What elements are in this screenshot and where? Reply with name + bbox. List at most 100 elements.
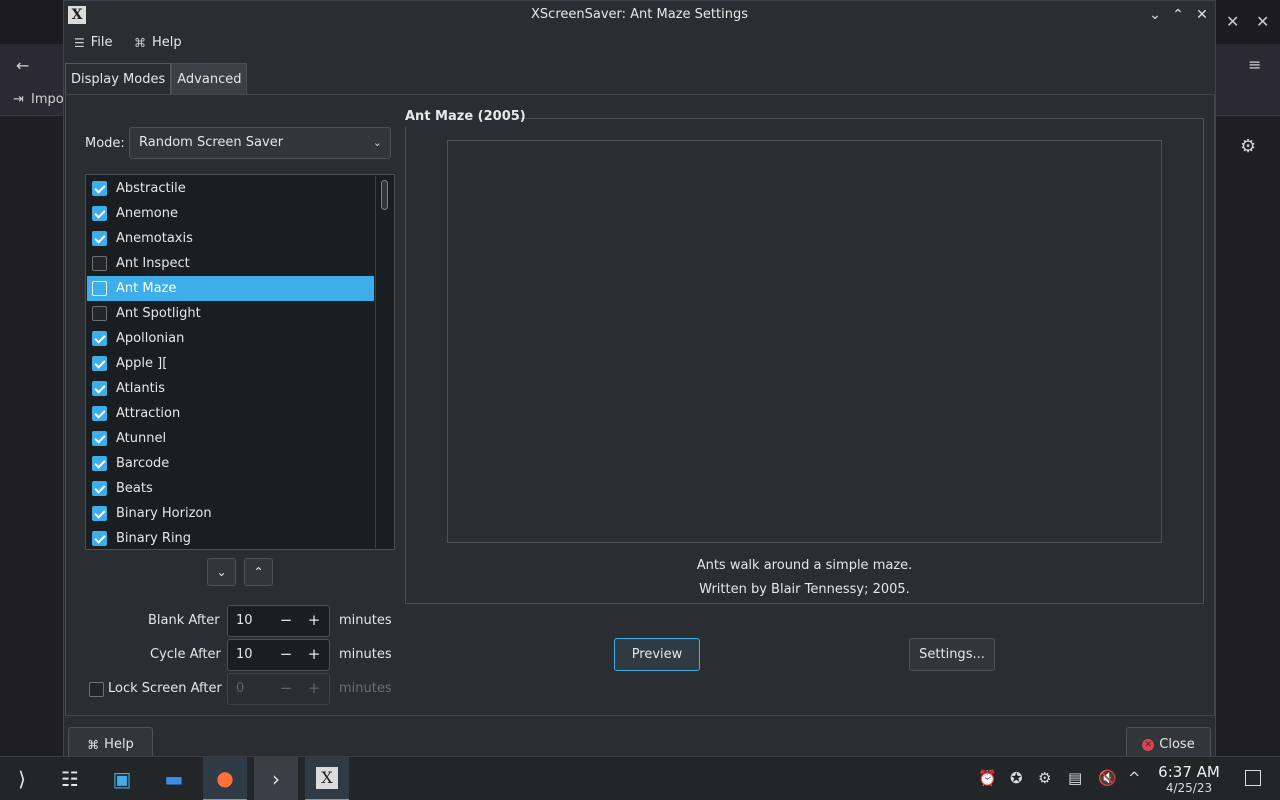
list-item-label: Attraction	[116, 406, 181, 421]
list-item-label: Atlantis	[116, 381, 166, 396]
volume-muted-icon[interactable]: 🔇	[1098, 769, 1117, 787]
network-icon[interactable]: ⚙	[1038, 769, 1051, 787]
enable-checkbox[interactable]	[92, 506, 107, 521]
clock[interactable]: 6:37 AM 4/25/23	[1150, 763, 1228, 795]
updater-icon[interactable]: ✪	[1010, 769, 1023, 787]
window-close-icon[interactable]: ✕	[1256, 12, 1269, 31]
screensaver-credit: Written by Blair Tennessy; 2005.	[699, 582, 910, 597]
minus-icon[interactable]: −	[276, 611, 296, 629]
blank-after-value[interactable]: 10	[236, 613, 253, 628]
list-item[interactable]: Anemone	[87, 201, 374, 226]
list-item[interactable]: Binary Horizon	[87, 501, 374, 526]
move-down-button[interactable]: ⌄	[207, 558, 236, 586]
show-desktop-icon[interactable]	[1245, 770, 1261, 786]
taskbar-terminal[interactable]: ›	[254, 757, 298, 800]
list-item[interactable]: Attraction	[87, 401, 374, 426]
maximize-button[interactable]: ⌃	[1169, 6, 1187, 24]
minimize-button[interactable]: ⌄	[1146, 6, 1164, 24]
back-icon[interactable]: ←	[16, 56, 29, 75]
blank-after-stepper[interactable]: 10 − +	[227, 605, 330, 637]
application-launcher[interactable]: ⟩	[0, 757, 44, 800]
list-item[interactable]: Anemotaxis	[87, 226, 374, 251]
chevron-up-icon: ⌃	[253, 565, 264, 579]
list-item-label: Ant Inspect	[116, 256, 190, 271]
firefox-icon: ●	[216, 766, 234, 790]
tray-expand-icon[interactable]: ^	[1128, 769, 1141, 787]
clock-time: 6:37 AM	[1158, 763, 1220, 781]
enable-checkbox[interactable]	[92, 256, 107, 271]
list-item[interactable]: Apple ][	[87, 351, 374, 376]
list-item[interactable]: Atlantis	[87, 376, 374, 401]
list-item[interactable]: Binary Ring	[87, 526, 374, 549]
settings-gear-icon[interactable]: ⚙	[1240, 136, 1256, 157]
clipboard-icon[interactable]: ▤	[1068, 769, 1082, 787]
file-menu-icon: ☰	[74, 35, 85, 50]
xscreensaver-icon: X	[316, 767, 338, 789]
cycle-after-value[interactable]: 10	[236, 647, 253, 662]
enable-checkbox[interactable]	[92, 281, 107, 296]
move-up-button[interactable]: ⌃	[244, 558, 273, 586]
tab-close-icon[interactable]: ✕	[1226, 12, 1239, 31]
list-item-label: Anemotaxis	[116, 231, 193, 246]
taskbar-store[interactable]: ▣	[100, 757, 144, 800]
tab-advanced[interactable]: Advanced	[171, 63, 248, 94]
clock-date: 4/25/23	[1165, 781, 1213, 795]
taskbar-settings[interactable]: ☷	[48, 757, 92, 800]
screensaver-description: Ants walk around a simple maze.	[696, 558, 913, 573]
store-icon: ▣	[112, 767, 132, 791]
taskbar-xscreensaver[interactable]: X	[305, 757, 349, 800]
menu-help[interactable]: ⌘ Help	[134, 35, 182, 50]
window-title: XScreenSaver: Ant Maze Settings	[531, 7, 748, 22]
taskbar-firefox[interactable]: ●	[203, 757, 247, 800]
menu-icon[interactable]: ≡	[1248, 55, 1261, 74]
menu-file[interactable]: ☰ File	[74, 35, 113, 50]
cycle-after-stepper[interactable]: 10 − +	[227, 639, 330, 671]
list-item-selected[interactable]: Ant Maze	[87, 276, 374, 301]
menubar: ☰ File ⌘ Help	[64, 30, 1215, 58]
list-item[interactable]: Apollonian	[87, 326, 374, 351]
list-item[interactable]: Atunnel	[87, 426, 374, 451]
close-window-button[interactable]: ✕	[1193, 6, 1211, 24]
enable-checkbox[interactable]	[92, 331, 107, 346]
titlebar: X XScreenSaver: Ant Maze Settings ⌄ ⌃ ✕	[64, 1, 1215, 30]
settings-button[interactable]: Settings...	[909, 638, 995, 671]
screensaver-list[interactable]: Abstractile Anemone Anemotaxis Ant Inspe…	[85, 174, 395, 550]
help-button-label: Help	[104, 737, 134, 752]
enable-checkbox[interactable]	[92, 531, 107, 546]
help-menu-icon: ⌘	[134, 35, 146, 50]
import-icon: ⇥	[13, 92, 24, 107]
enable-checkbox[interactable]	[92, 431, 107, 446]
minus-icon[interactable]: −	[276, 645, 296, 663]
bookmark-import-label[interactable]: Impo	[31, 92, 64, 107]
list-item[interactable]: Beats	[87, 476, 374, 501]
enable-checkbox[interactable]	[92, 456, 107, 471]
enable-checkbox[interactable]	[92, 406, 107, 421]
enable-checkbox[interactable]	[92, 481, 107, 496]
list-scrollbar[interactable]	[375, 176, 393, 548]
enable-checkbox[interactable]	[92, 181, 107, 196]
scrollbar-thumb[interactable]	[381, 180, 388, 210]
menu-help-label: Help	[152, 35, 182, 50]
list-item[interactable]: Abstractile	[87, 176, 374, 201]
enable-checkbox[interactable]	[92, 206, 107, 221]
mode-select[interactable]: Random Screen Saver ⌄	[129, 127, 391, 159]
preview-button[interactable]: Preview	[614, 638, 700, 671]
tab-display-modes[interactable]: Display Modes	[65, 63, 172, 95]
list-item[interactable]: Barcode	[87, 451, 374, 476]
cycle-after-unit: minutes	[339, 647, 392, 662]
settings-dialog: X XScreenSaver: Ant Maze Settings ⌄ ⌃ ✕ …	[63, 0, 1216, 761]
plus-icon[interactable]: +	[304, 611, 324, 629]
list-item-label: Ant Maze	[116, 281, 177, 296]
list-item[interactable]: Ant Spotlight	[87, 301, 374, 326]
enable-checkbox[interactable]	[92, 356, 107, 371]
plus-icon: +	[307, 679, 321, 697]
enable-checkbox[interactable]	[92, 231, 107, 246]
enable-checkbox[interactable]	[92, 306, 107, 321]
preview-group-title: Ant Maze (2005)	[405, 109, 526, 124]
enable-checkbox[interactable]	[92, 381, 107, 396]
taskbar-files[interactable]: ▬	[152, 757, 196, 800]
lock-screen-checkbox[interactable]	[89, 682, 104, 697]
alarm-icon[interactable]: ⏰	[978, 769, 997, 787]
list-item[interactable]: Ant Inspect	[87, 251, 374, 276]
plus-icon[interactable]: +	[304, 645, 324, 663]
